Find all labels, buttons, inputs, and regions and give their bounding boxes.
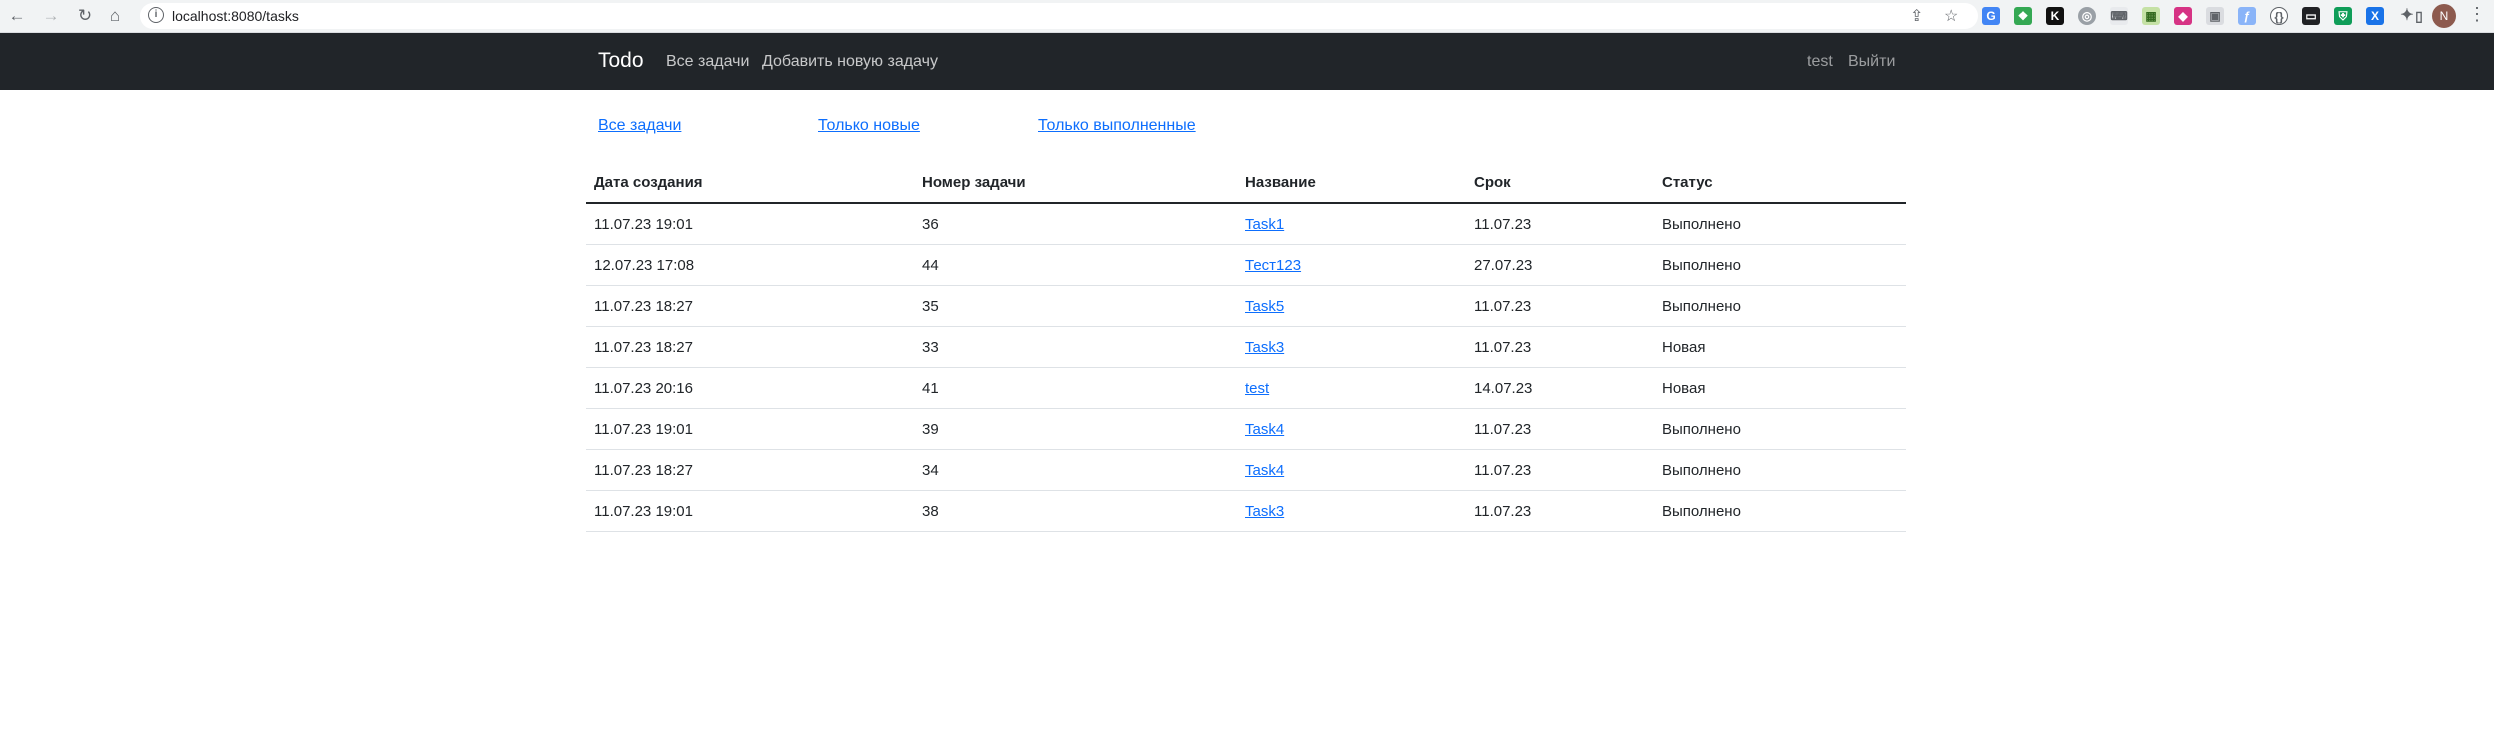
- bookmark-star-icon[interactable]: ☆: [1944, 6, 1958, 26]
- cell-created: 12.07.23 17:08: [586, 244, 914, 286]
- cell-id: 38: [914, 490, 1237, 532]
- task-title-link[interactable]: Task3: [1245, 503, 1284, 520]
- keyboard-extension-icon[interactable]: ⌨: [2110, 7, 2128, 25]
- x-extension-icon[interactable]: X: [2366, 7, 2384, 25]
- header-deadline: Срок: [1466, 162, 1654, 204]
- cell-status: Выполнено: [1654, 490, 1906, 532]
- cell-status: Выполнено: [1654, 408, 1906, 450]
- side-panel-icon[interactable]: ▯: [2412, 7, 2426, 25]
- cell-id: 34: [914, 449, 1237, 491]
- table-header-row: Дата создания Номер задачи Название Срок…: [586, 162, 1906, 204]
- header-status: Статус: [1654, 162, 1906, 204]
- cell-created: 11.07.23 20:16: [586, 367, 914, 409]
- cell-id: 35: [914, 285, 1237, 327]
- table-row: 11.07.23 19:01 38 Task3 11.07.23 Выполне…: [586, 490, 1906, 532]
- header-id: Номер задачи: [914, 162, 1237, 204]
- translate-extension-icon[interactable]: G: [1982, 7, 2000, 25]
- task-title-link[interactable]: test: [1245, 380, 1269, 397]
- k-extension-icon[interactable]: K: [2046, 7, 2064, 25]
- table-row: 11.07.23 18:27 34 Task4 11.07.23 Выполне…: [586, 449, 1906, 491]
- cell-deadline: 14.07.23: [1466, 367, 1654, 409]
- nav-logout[interactable]: Выйти: [1848, 53, 1895, 71]
- table-row: 11.07.23 18:27 33 Task3 11.07.23 Новая: [586, 326, 1906, 368]
- cell-deadline: 11.07.23: [1466, 490, 1654, 532]
- shield-extension-icon[interactable]: ⛨: [2334, 7, 2352, 25]
- cell-deadline: 27.07.23: [1466, 244, 1654, 286]
- reload-icon[interactable]: ↻: [74, 5, 96, 27]
- cell-deadline: 11.07.23: [1466, 326, 1654, 368]
- task-title-link[interactable]: Task1: [1245, 216, 1284, 233]
- table-row: 11.07.23 20:16 41 test 14.07.23 Новая: [586, 367, 1906, 409]
- nav-all-tasks[interactable]: Все задачи: [666, 53, 749, 71]
- cell-status: Выполнено: [1654, 244, 1906, 286]
- forward-arrow-icon[interactable]: →: [40, 5, 62, 27]
- home-icon[interactable]: ⌂: [104, 5, 126, 27]
- task-title-link[interactable]: Task4: [1245, 421, 1284, 438]
- cell-id: 33: [914, 326, 1237, 368]
- address-bar[interactable]: i localhost:8080/tasks ⇪ ☆: [140, 3, 1978, 29]
- brand-link[interactable]: Todo: [598, 49, 644, 73]
- green-extension-icon[interactable]: ❖: [2014, 7, 2032, 25]
- screen-extension-icon[interactable]: ▭: [2302, 7, 2320, 25]
- browser-menu-icon[interactable]: ⋮: [2468, 4, 2486, 25]
- cell-id: 36: [914, 203, 1237, 245]
- table-row: 12.07.23 17:08 44 Тест123 27.07.23 Выпол…: [586, 244, 1906, 286]
- task-title-link[interactable]: Task4: [1245, 462, 1284, 479]
- cell-created: 11.07.23 19:01: [586, 203, 914, 245]
- table-row: 11.07.23 19:01 39 Task4 11.07.23 Выполне…: [586, 408, 1906, 450]
- sheet-extension-icon[interactable]: ▦: [2142, 7, 2160, 25]
- blue-extension-icon[interactable]: ƒ: [2238, 7, 2256, 25]
- cell-deadline: 11.07.23: [1466, 285, 1654, 327]
- share-icon[interactable]: ⇪: [1910, 6, 1923, 26]
- site-info-icon[interactable]: i: [148, 7, 164, 23]
- cell-deadline: 11.07.23: [1466, 449, 1654, 491]
- cell-created: 11.07.23 18:27: [586, 326, 914, 368]
- cell-created: 11.07.23 18:27: [586, 285, 914, 327]
- pink-extension-icon[interactable]: ◆: [2174, 7, 2192, 25]
- profile-avatar[interactable]: N: [2432, 4, 2456, 28]
- cell-status: Выполнено: [1654, 285, 1906, 327]
- navbar: Todo Все задачи Добавить новую задачу te…: [0, 33, 2494, 90]
- cell-created: 11.07.23 19:01: [586, 408, 914, 450]
- filter-new-link[interactable]: Только новые: [818, 117, 920, 135]
- url-text[interactable]: localhost:8080/tasks: [172, 8, 299, 24]
- header-created: Дата создания: [586, 162, 914, 204]
- task-title-link[interactable]: Task5: [1245, 298, 1284, 315]
- cell-status: Выполнено: [1654, 203, 1906, 245]
- cell-id: 44: [914, 244, 1237, 286]
- cell-status: Выполнено: [1654, 449, 1906, 491]
- brackets-extension-icon[interactable]: {}: [2270, 7, 2288, 25]
- filter-done-link[interactable]: Только выполненные: [1038, 117, 1196, 135]
- image-extension-icon[interactable]: ▣: [2206, 7, 2224, 25]
- cell-id: 41: [914, 367, 1237, 409]
- cell-deadline: 11.07.23: [1466, 203, 1654, 245]
- cell-id: 39: [914, 408, 1237, 450]
- cell-status: Новая: [1654, 367, 1906, 409]
- cell-deadline: 11.07.23: [1466, 408, 1654, 450]
- table-row: 11.07.23 18:27 35 Task5 11.07.23 Выполне…: [586, 285, 1906, 327]
- task-title-link[interactable]: Тест123: [1245, 257, 1301, 274]
- tasks-table: Дата создания Номер задачи Название Срок…: [586, 162, 1906, 532]
- browser-toolbar: ← → ↻ ⌂ i localhost:8080/tasks ⇪ ☆ G ❖ K…: [0, 0, 2494, 33]
- cell-created: 11.07.23 18:27: [586, 449, 914, 491]
- task-title-link[interactable]: Task3: [1245, 339, 1284, 356]
- table-row: 11.07.23 19:01 36 Task1 11.07.23 Выполне…: [586, 203, 1906, 245]
- back-arrow-icon[interactable]: ←: [6, 5, 28, 27]
- nav-add-task[interactable]: Добавить новую задачу: [762, 53, 938, 71]
- cell-created: 11.07.23 19:01: [586, 490, 914, 532]
- header-title: Название: [1237, 162, 1466, 204]
- cell-status: Новая: [1654, 326, 1906, 368]
- filter-all-link[interactable]: Все задачи: [598, 117, 681, 135]
- gray-circle-extension-icon[interactable]: ◎: [2078, 7, 2096, 25]
- nav-user[interactable]: test: [1807, 53, 1833, 71]
